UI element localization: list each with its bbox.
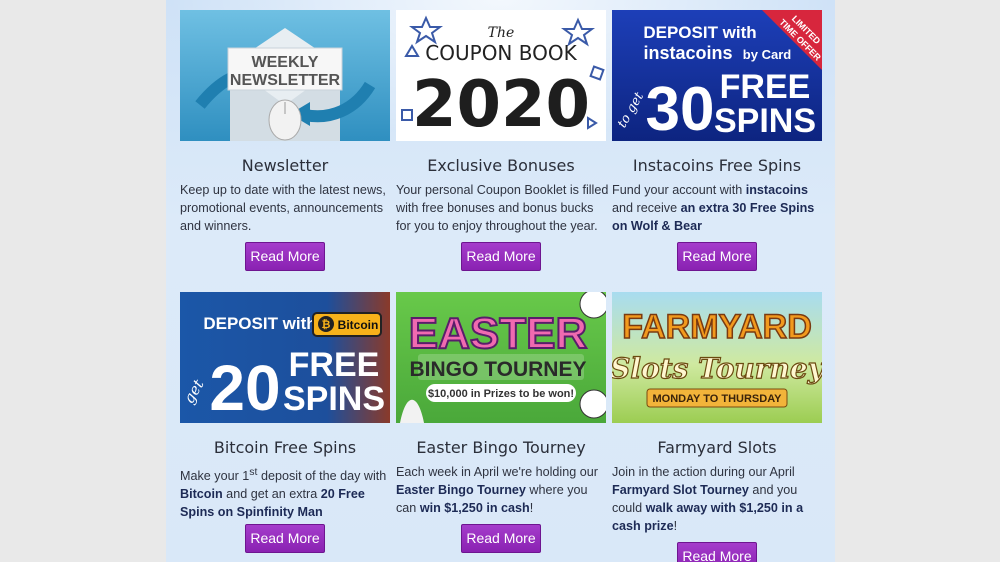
read-more-button[interactable]: Read More <box>461 242 541 271</box>
card-description: Each week in April we're holding our Eas… <box>396 465 598 515</box>
instacoins-brand-text: instacoins <box>643 43 732 63</box>
card-title: Exclusive Bonuses <box>427 156 575 175</box>
read-more-button[interactable]: Read More <box>461 524 541 553</box>
coupon-book-image[interactable]: The COUPON BOOK 2020 <box>396 10 606 141</box>
easter-prize-text: $10,000 in Prizes to be won! <box>428 388 574 400</box>
card-title: Instacoins Free Spins <box>632 156 802 175</box>
easter-sub-text: BINGO TOURNEY <box>410 358 587 381</box>
card-title: Bitcoin Free Spins <box>213 438 357 457</box>
card-description: Make your 1st deposit of the day with Bi… <box>180 466 387 520</box>
card-description: Join in the action during our April Farm… <box>612 465 804 533</box>
farmyard-title-text: FARMYARD <box>622 308 812 346</box>
read-more-button[interactable]: Read More <box>677 242 757 271</box>
card-description: Your personal Coupon Booklet is filled w… <box>396 183 609 233</box>
card-title: Easter Bingo Tourney <box>416 438 586 457</box>
card-description: Keep up to date with the latest news, pr… <box>180 183 386 233</box>
coupon-title-text: COUPON BOOK <box>425 41 577 65</box>
bitcoin-image[interactable]: DEPOSIT with ₿ Bitcoin get 20 FREE SPINS <box>180 292 390 423</box>
read-more-button[interactable]: Read More <box>245 524 325 553</box>
easter-title-text: EASTER <box>409 309 587 358</box>
instacoins-spins-text: SPINS <box>714 102 816 140</box>
instacoins-bycard-text: by Card <box>743 47 791 62</box>
coupon-the-text: The <box>488 25 515 41</box>
instacoins-number-text: 30 <box>646 75 715 141</box>
card-title: Newsletter <box>241 156 329 175</box>
farmyard-image[interactable]: FARMYARD Slots Tourney MONDAY TO THURSDA… <box>612 292 822 423</box>
svg-text:₿: ₿ <box>322 319 331 331</box>
farmyard-days-text: MONDAY TO THURSDAY <box>653 393 783 405</box>
card-title: Farmyard Slots <box>657 438 777 457</box>
coupon-year-text: 2020 <box>412 68 590 141</box>
bitcoin-number-text: 20 <box>209 352 280 423</box>
newsletter-line2: NEWSLETTER <box>230 72 341 89</box>
farmyard-sub-text: Slots Tourney <box>612 352 822 385</box>
bitcoin-free-text: FREE <box>289 346 380 384</box>
card-description: Fund your account with instacoins and re… <box>612 183 815 233</box>
instacoins-free-text: FREE <box>720 68 811 106</box>
instacoins-image[interactable]: LIMITED TIME OFFER DEPOSIT with instacoi… <box>612 10 822 141</box>
newsletter-line1: WEEKLY <box>252 54 319 71</box>
promotions-page: WEEKLY NEWSLETTER Newsletter Keep up to … <box>166 0 835 562</box>
bitcoin-brand-text: Bitcoin <box>338 318 379 332</box>
read-more-button[interactable]: Read More <box>245 242 325 271</box>
bitcoin-spins-text: SPINS <box>283 380 385 418</box>
newsletter-image[interactable]: WEEKLY NEWSLETTER <box>180 10 390 141</box>
easter-bingo-image[interactable]: EASTER BINGO TOURNEY $10,000 in Prizes t… <box>396 292 606 423</box>
bitcoin-deposit-text: DEPOSIT with <box>203 314 316 333</box>
instacoins-deposit-text: DEPOSIT with <box>643 23 756 42</box>
read-more-button[interactable]: Read More <box>677 542 757 562</box>
